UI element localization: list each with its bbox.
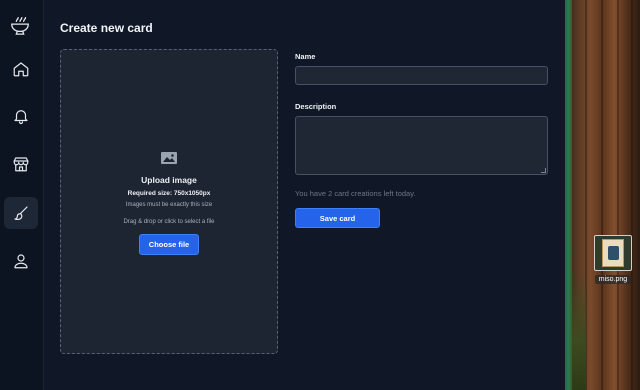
wallpaper-greenery <box>572 270 586 390</box>
desktop-file-icon[interactable] <box>594 235 632 271</box>
image-dropzone[interactable]: Upload image Required size: 750x1050px I… <box>60 49 278 354</box>
noodle-bowl-icon[interactable] <box>9 14 33 38</box>
bell-icon <box>12 107 30 125</box>
card-thumbnail-image <box>602 239 624 267</box>
user-icon <box>12 252 30 270</box>
name-input[interactable] <box>295 66 548 85</box>
main-content: Create new card Upload image Required si… <box>44 0 565 390</box>
upload-title: Upload image <box>141 175 197 185</box>
size-hint-text: Images must be exactly this size <box>125 202 213 208</box>
required-size-text: Required size: 750x1050px <box>127 190 211 197</box>
wallpaper-foliage-edge <box>565 0 572 390</box>
sidebar-item-store[interactable] <box>4 148 38 180</box>
description-textarea[interactable] <box>295 116 548 175</box>
dropzone-content: Upload image Required size: 750x1050px I… <box>61 150 277 255</box>
desktop-wallpaper <box>565 0 640 390</box>
drag-drop-hint: Drag & drop or click to select a file <box>123 219 215 225</box>
resize-handle-icon[interactable] <box>541 168 546 173</box>
home-icon <box>12 60 30 78</box>
page-title: Create new card <box>60 21 153 35</box>
name-label: Name <box>295 52 316 61</box>
store-icon <box>12 155 30 173</box>
bark-stripe <box>601 0 603 390</box>
sidebar-item-home[interactable] <box>4 53 38 85</box>
save-card-button[interactable]: Save card <box>295 208 380 228</box>
description-label: Description <box>295 102 337 111</box>
desktop-file-label[interactable]: miso.png <box>595 275 631 284</box>
bark-stripe <box>631 0 633 390</box>
sidebar-item-profile[interactable] <box>4 245 38 277</box>
image-icon <box>160 150 178 166</box>
remaining-creations-note: You have 2 card creations left today. <box>295 189 416 198</box>
file-thumbnail <box>594 235 632 271</box>
app-window: Create new card Upload image Required si… <box>0 0 640 390</box>
bark-stripe <box>617 0 619 390</box>
paintbrush-icon <box>12 204 30 222</box>
sidebar-item-notifications[interactable] <box>4 100 38 132</box>
sidebar <box>0 0 44 390</box>
sidebar-item-create[interactable] <box>4 197 38 229</box>
choose-file-button[interactable]: Choose file <box>138 234 200 255</box>
